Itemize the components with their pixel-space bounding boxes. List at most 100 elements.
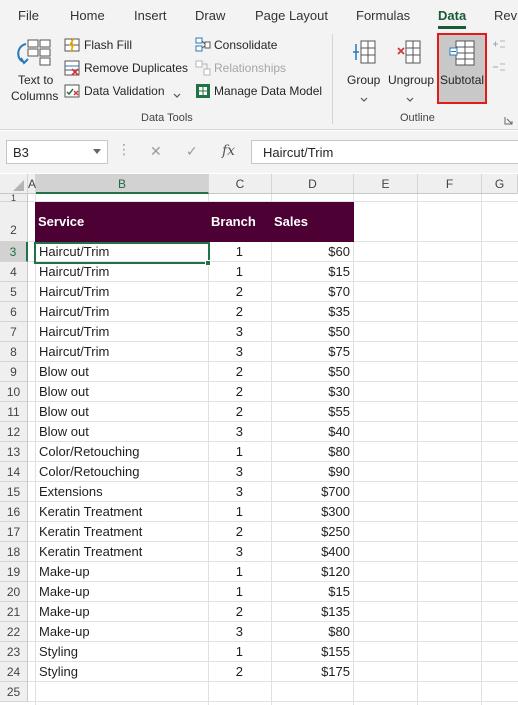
cell-branch[interactable]: 1 xyxy=(209,504,243,521)
cell-branch[interactable]: 1 xyxy=(209,584,243,601)
cell-service[interactable]: Haircut/Trim xyxy=(39,344,207,361)
tab-file[interactable]: File xyxy=(18,8,39,23)
cell-service[interactable]: Blow out xyxy=(39,404,207,421)
cell-service[interactable]: Haircut/Trim xyxy=(39,324,207,341)
cell-branch[interactable]: 1 xyxy=(209,644,243,661)
cell-service[interactable]: Haircut/Trim xyxy=(39,264,207,281)
cell-sales[interactable]: $60 xyxy=(272,244,350,261)
tab-page-layout[interactable]: Page Layout xyxy=(255,8,328,23)
cell-sales[interactable]: $80 xyxy=(272,444,350,461)
row-header-19[interactable]: 19 xyxy=(0,562,28,582)
show-detail-icon[interactable] xyxy=(492,38,506,50)
row-header-8[interactable]: 8 xyxy=(0,342,28,362)
cell-sales[interactable]: $300 xyxy=(272,504,350,521)
consolidate-button[interactable]: Consolidate xyxy=(214,38,277,52)
cell-service[interactable]: Blow out xyxy=(39,424,207,441)
cell-branch[interactable]: 3 xyxy=(209,464,243,481)
text-to-columns-button[interactable] xyxy=(14,36,54,76)
cell-service[interactable]: Keratin Treatment xyxy=(39,544,207,561)
row-header-24[interactable]: 24 xyxy=(0,662,28,682)
row-header-18[interactable]: 18 xyxy=(0,542,28,562)
select-all-corner[interactable] xyxy=(0,174,28,194)
tab-insert[interactable]: Insert xyxy=(134,8,167,23)
row-header-11[interactable]: 11 xyxy=(0,402,28,422)
cell-sales[interactable]: $175 xyxy=(272,664,350,681)
cell-branch[interactable]: 3 xyxy=(209,344,243,361)
group-button[interactable]: Group xyxy=(347,73,380,87)
cell-branch[interactable]: 2 xyxy=(209,364,243,381)
hide-detail-icon[interactable] xyxy=(492,61,506,73)
cell-service[interactable]: Blow out xyxy=(39,384,207,401)
cell-service[interactable]: Haircut/Trim xyxy=(39,284,207,301)
cell-service[interactable]: Styling xyxy=(39,644,207,661)
data-validation-button[interactable]: Data Validation xyxy=(84,84,165,98)
column-header-g[interactable]: G xyxy=(482,174,518,194)
row-header-14[interactable]: 14 xyxy=(0,462,28,482)
cell-branch[interactable]: 1 xyxy=(209,244,243,261)
tab-formulas[interactable]: Formulas xyxy=(356,8,410,23)
cell-sales[interactable]: $55 xyxy=(272,404,350,421)
row-header-1[interactable]: 1 xyxy=(0,194,28,203)
worksheet-grid[interactable]: A B C D E F G 1 2 Service Branch Sales 3… xyxy=(0,174,518,705)
cell-sales[interactable]: $400 xyxy=(272,544,350,561)
cell-sales[interactable]: $50 xyxy=(272,324,350,341)
tab-draw[interactable]: Draw xyxy=(195,8,225,23)
chevron-down-icon[interactable] xyxy=(406,92,414,102)
tab-review[interactable]: Revi xyxy=(494,8,518,23)
cell-sales[interactable]: $80 xyxy=(272,624,350,641)
row-header-20[interactable]: 20 xyxy=(0,582,28,602)
column-header-d[interactable]: D xyxy=(272,174,354,194)
enter-icon[interactable]: ✓ xyxy=(186,143,198,160)
cell-service[interactable]: Color/Retouching xyxy=(39,444,207,461)
row-header-16[interactable]: 16 xyxy=(0,502,28,522)
cell-sales[interactable]: $70 xyxy=(272,284,350,301)
cell-service[interactable]: Keratin Treatment xyxy=(39,504,207,521)
cell-sales[interactable]: $15 xyxy=(272,584,350,601)
cell-branch[interactable]: 3 xyxy=(209,624,243,641)
insert-function-icon[interactable]: fx xyxy=(222,143,235,159)
row-header-4[interactable]: 4 xyxy=(0,262,28,282)
remove-duplicates-button[interactable]: Remove Duplicates xyxy=(84,61,188,75)
cell-sales[interactable]: $40 xyxy=(272,424,350,441)
chevron-down-icon[interactable] xyxy=(173,88,181,98)
subtotal-button[interactable]: Subtotal xyxy=(437,33,487,104)
cell-service[interactable]: Haircut/Trim xyxy=(39,304,207,321)
cell-branch[interactable]: 1 xyxy=(209,444,243,461)
cell-sales[interactable]: $90 xyxy=(272,464,350,481)
manage-data-model-button[interactable]: Manage Data Model xyxy=(214,84,322,98)
dialog-launcher-icon[interactable] xyxy=(504,114,513,125)
row-header-9[interactable]: 9 xyxy=(0,362,28,382)
cell-branch[interactable]: 2 xyxy=(209,604,243,621)
column-header-b[interactable]: B xyxy=(36,174,209,194)
active-cell-selection[interactable] xyxy=(34,242,210,264)
row-header-17[interactable]: 17 xyxy=(0,522,28,542)
formula-input[interactable]: Haircut/Trim xyxy=(251,140,518,164)
cell-sales[interactable]: $15 xyxy=(272,264,350,281)
cell-sales[interactable]: $155 xyxy=(272,644,350,661)
column-header-c[interactable]: C xyxy=(209,174,272,194)
ungroup-button[interactable]: Ungroup xyxy=(388,73,434,87)
cell-service[interactable]: Make-up xyxy=(39,624,207,641)
tab-data[interactable]: Data xyxy=(438,8,466,23)
cell-service[interactable]: Make-up xyxy=(39,584,207,601)
row-header-2[interactable]: 2 xyxy=(0,202,28,242)
tab-home[interactable]: Home xyxy=(70,8,105,23)
row-header-12[interactable]: 12 xyxy=(0,422,28,442)
cell-service[interactable]: Make-up xyxy=(39,564,207,581)
cell-sales[interactable]: $250 xyxy=(272,524,350,541)
cell-branch[interactable]: 1 xyxy=(209,564,243,581)
row-header-7[interactable]: 7 xyxy=(0,322,28,342)
cell-branch[interactable]: 3 xyxy=(209,484,243,501)
cell-service[interactable]: Color/Retouching xyxy=(39,464,207,481)
column-header-f[interactable]: F xyxy=(418,174,482,194)
cell-service[interactable]: Blow out xyxy=(39,364,207,381)
row-header-5[interactable]: 5 xyxy=(0,282,28,302)
column-header-a[interactable]: A xyxy=(28,174,36,194)
cell-branch[interactable]: 2 xyxy=(209,284,243,301)
cell-branch[interactable]: 2 xyxy=(209,404,243,421)
cell-sales[interactable]: $120 xyxy=(272,564,350,581)
cell-service[interactable]: Keratin Treatment xyxy=(39,524,207,541)
cell-service[interactable]: Extensions xyxy=(39,484,207,501)
chevron-down-icon[interactable] xyxy=(360,92,368,102)
cell-sales[interactable]: $50 xyxy=(272,364,350,381)
